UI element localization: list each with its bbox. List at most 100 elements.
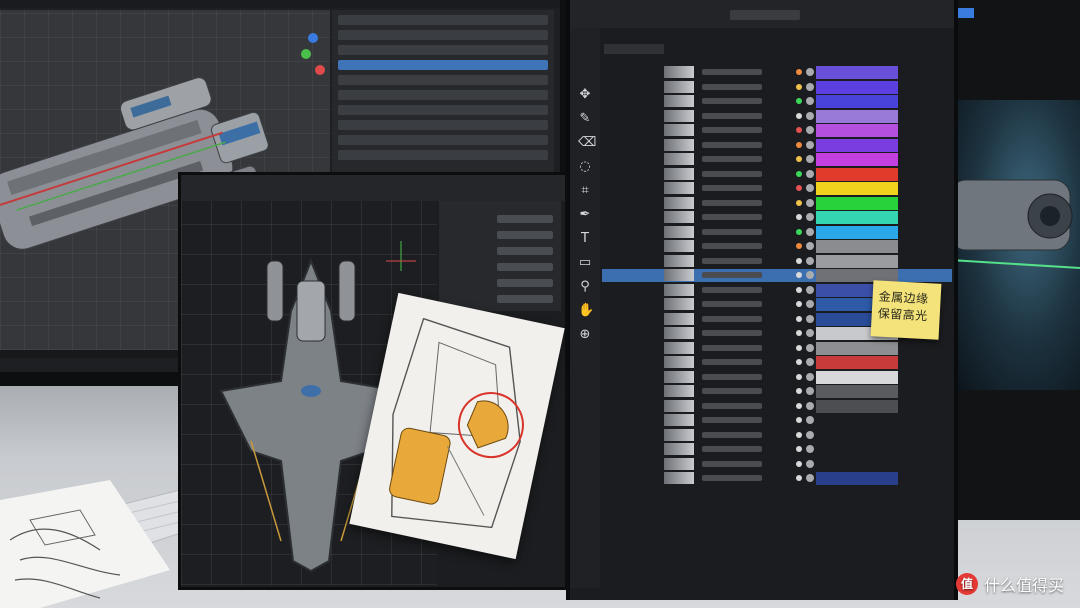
layer-row[interactable] [602, 211, 952, 224]
visibility-eye-icon[interactable] [806, 111, 814, 120]
visibility-eye-icon[interactable] [806, 416, 814, 424]
layer-color-tag-icon[interactable] [796, 330, 802, 336]
visibility-eye-icon[interactable] [806, 329, 814, 337]
layer-row[interactable] [602, 269, 952, 282]
visibility-eye-icon[interactable] [806, 430, 814, 439]
layer-color-tag-icon[interactable] [796, 156, 802, 162]
layer-row[interactable] [602, 153, 952, 166]
layer-color-tag-icon[interactable] [796, 359, 802, 365]
layer-row[interactable] [602, 385, 952, 398]
visibility-eye-icon[interactable] [806, 343, 814, 352]
layer-row[interactable] [602, 124, 952, 137]
layer-color-tag-icon[interactable] [796, 69, 802, 75]
lasso-icon[interactable]: ◌ [578, 160, 592, 174]
visibility-eye-icon[interactable] [806, 372, 814, 381]
visibility-eye-icon[interactable] [806, 459, 814, 468]
layer-row[interactable] [602, 167, 952, 181]
layer-row[interactable] [602, 80, 952, 94]
brush-icon[interactable]: ✎ [578, 112, 592, 126]
layer-row[interactable] [602, 95, 952, 108]
visibility-eye-icon[interactable] [806, 184, 814, 192]
layer-row[interactable] [602, 182, 952, 195]
layer-color-tag-icon[interactable] [796, 83, 802, 90]
layer-thumbnail [664, 153, 694, 165]
layer-color-tag-icon[interactable] [796, 373, 802, 380]
layer-row[interactable] [602, 341, 952, 355]
visibility-eye-icon[interactable] [806, 300, 814, 308]
axis-gizmo-icon[interactable] [296, 28, 330, 78]
layer-row[interactable] [602, 109, 952, 123]
layer-color-tag-icon[interactable] [796, 185, 802, 191]
visibility-eye-icon[interactable] [806, 445, 814, 453]
layer-row[interactable] [602, 370, 952, 384]
layer-color-tag-icon[interactable] [796, 127, 802, 133]
visibility-eye-icon[interactable] [806, 68, 814, 76]
layer-row[interactable] [602, 225, 952, 239]
layer-row[interactable] [602, 138, 952, 152]
visibility-eye-icon[interactable] [806, 227, 814, 236]
layer-color-tag-icon[interactable] [796, 475, 802, 481]
eyedropper-icon[interactable]: ⚲ [578, 280, 592, 294]
visibility-eye-icon[interactable] [806, 401, 814, 410]
layer-color-tag-icon[interactable] [796, 315, 802, 322]
visibility-eye-icon[interactable] [806, 358, 814, 366]
layer-row[interactable] [602, 240, 952, 253]
layer-name [702, 98, 762, 104]
layer-name [702, 417, 762, 423]
pen-icon[interactable]: ✒ [578, 208, 592, 222]
layer-color-tag-icon[interactable] [796, 388, 802, 394]
layer-color-tag-icon[interactable] [796, 98, 802, 104]
layer-row[interactable] [602, 428, 952, 442]
layer-color-tag-icon[interactable] [796, 431, 802, 438]
visibility-eye-icon[interactable] [806, 387, 814, 395]
layer-color-tag-icon[interactable] [796, 257, 802, 264]
layer-color-tag-icon[interactable] [796, 344, 802, 351]
layer-color-tag-icon[interactable] [796, 214, 802, 220]
layer-row[interactable] [602, 356, 952, 369]
visibility-eye-icon[interactable] [806, 82, 814, 91]
layer-color-tag-icon[interactable] [796, 243, 802, 249]
crop-icon[interactable]: ⌗ [578, 184, 592, 198]
layer-row[interactable] [602, 399, 952, 413]
text-icon[interactable]: T [578, 232, 592, 246]
layer-color-tag-icon[interactable] [796, 301, 802, 307]
visibility-eye-icon[interactable] [806, 198, 814, 207]
visibility-eye-icon[interactable] [806, 256, 814, 265]
layer-color-tag-icon[interactable] [796, 228, 802, 235]
layer-color-tag-icon[interactable] [796, 460, 802, 467]
layer-color-tag-icon[interactable] [796, 141, 802, 148]
layer-color-tag-icon[interactable] [796, 272, 802, 278]
layer-color-tag-icon[interactable] [796, 417, 802, 423]
layer-row[interactable] [602, 457, 952, 471]
layer-row[interactable] [602, 443, 952, 456]
visibility-eye-icon[interactable] [806, 314, 814, 323]
visibility-eye-icon[interactable] [806, 285, 814, 294]
visibility-eye-icon[interactable] [806, 242, 814, 250]
layer-color-tag-icon[interactable] [796, 112, 802, 119]
visibility-eye-icon[interactable] [806, 474, 814, 482]
eraser-icon[interactable]: ⌫ [578, 136, 596, 150]
visibility-eye-icon[interactable] [806, 140, 814, 149]
layer-color-tag-icon[interactable] [796, 199, 802, 206]
move-icon[interactable]: ✥ [578, 88, 592, 102]
layer-color-tag-icon[interactable] [796, 446, 802, 452]
hand-icon[interactable]: ✋ [578, 304, 594, 318]
layer-color-tag-icon[interactable] [796, 170, 802, 177]
visibility-eye-icon[interactable] [806, 271, 814, 279]
layer-color-tag-icon[interactable] [796, 286, 802, 293]
visibility-eye-icon[interactable] [806, 155, 814, 163]
layer-row[interactable] [602, 472, 952, 485]
visibility-eye-icon[interactable] [806, 97, 814, 105]
zoom-icon[interactable]: ⊕ [578, 328, 592, 342]
layer-row[interactable] [602, 414, 952, 427]
visibility-eye-icon[interactable] [806, 213, 814, 221]
shape-icon[interactable]: ▭ [578, 256, 592, 270]
layer-row[interactable] [602, 254, 952, 268]
visibility-eye-icon[interactable] [806, 126, 814, 134]
visibility-eye-icon[interactable] [806, 169, 814, 178]
layer-search-input[interactable] [730, 10, 800, 20]
layer-row[interactable] [602, 66, 952, 79]
layer-color-swatch [816, 225, 898, 239]
layer-color-tag-icon[interactable] [796, 402, 802, 409]
layer-row[interactable] [602, 196, 952, 210]
